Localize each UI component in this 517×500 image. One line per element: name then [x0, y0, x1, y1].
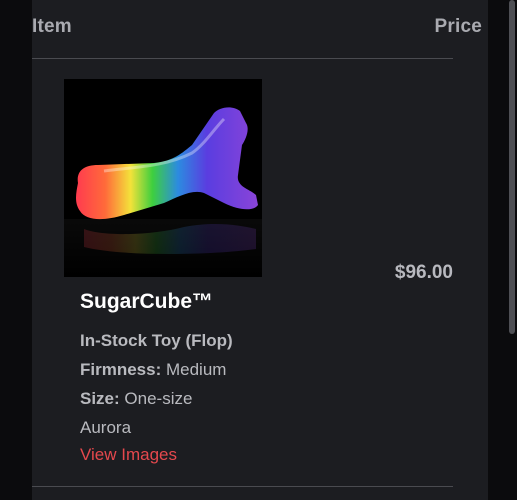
color-variant: Aurora	[80, 418, 132, 437]
size-label: Size:	[80, 389, 120, 408]
scrollbar-thumb[interactable]	[509, 0, 515, 334]
product-name[interactable]: SugarCube™	[80, 290, 213, 314]
firmness-option: Firmness: Medium	[80, 360, 226, 380]
line-item-divider	[32, 486, 453, 487]
view-images-link[interactable]: View Images	[80, 445, 177, 465]
product-image-graphic	[64, 79, 262, 277]
item-column-header: Item	[32, 16, 72, 37]
size-option: Size: One-size	[80, 389, 192, 409]
price-column-header: Price	[434, 16, 482, 37]
line-item-price: $96.00	[394, 262, 453, 283]
firmness-value: Medium	[165, 360, 227, 379]
header-divider	[32, 58, 453, 59]
firmness-label: Firmness:	[80, 360, 162, 379]
size-value: One-size	[124, 389, 193, 408]
product-image[interactable]	[64, 79, 262, 277]
cart-page: Item Price $96.00 SugarCube™ In-Stock To…	[0, 0, 517, 500]
stock-status: In-Stock Toy (Flop)	[80, 331, 233, 350]
